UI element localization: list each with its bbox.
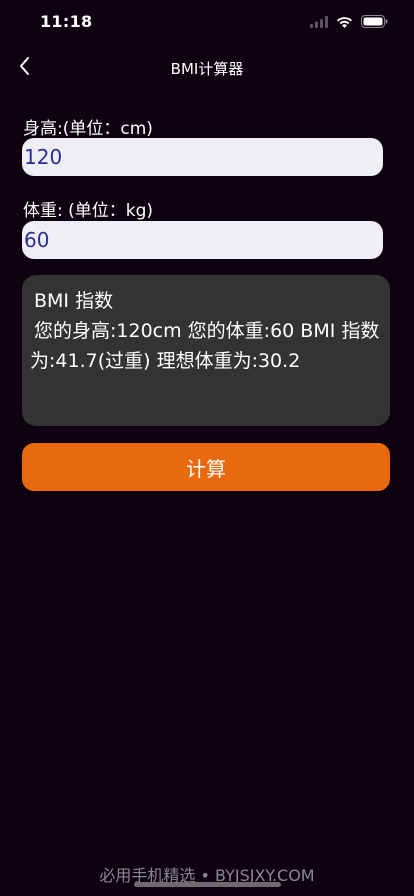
signal-icon	[310, 13, 328, 32]
result-panel: BMI 指数 您的身高:120cm 您的体重:60 BMI 指数为:41.7(过…	[22, 275, 390, 426]
status-icons	[310, 13, 388, 32]
status-bar: 11:18	[0, 0, 414, 46]
weight-input[interactable]	[22, 221, 383, 259]
height-label: 身高:(单位：cm)	[23, 119, 153, 139]
result-text: 您的身高:120cm 您的体重:60 BMI 指数为:41.7(过重) 理想体重…	[30, 320, 380, 372]
result-title: BMI 指数	[34, 290, 114, 312]
height-input[interactable]	[22, 138, 383, 176]
calculate-button[interactable]: 计算	[22, 443, 390, 491]
battery-icon	[361, 13, 388, 32]
status-time: 11:18	[40, 12, 93, 31]
wifi-icon	[336, 13, 353, 32]
page-title: BMI计算器	[170, 60, 244, 78]
weight-label: 体重: (单位：kg)	[23, 201, 154, 221]
nav-bar: BMI计算器	[0, 46, 414, 90]
home-indicator[interactable]	[134, 882, 281, 887]
